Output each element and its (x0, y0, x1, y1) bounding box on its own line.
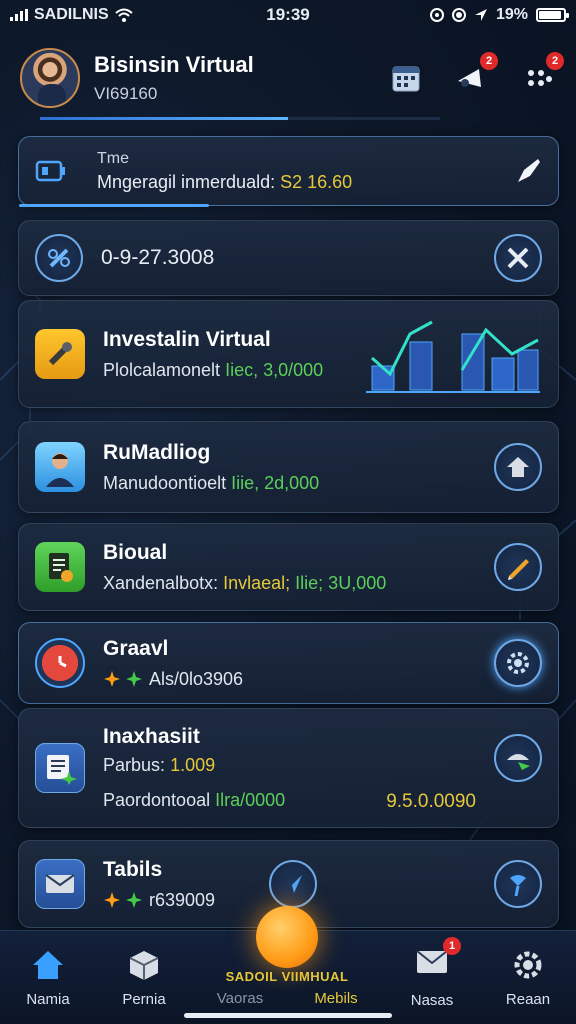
avatar[interactable] (20, 48, 80, 108)
nav-home[interactable]: Namia (0, 931, 96, 1024)
card-amount: Iiec, 3,0/000 (225, 359, 324, 380)
card-highlight: Invlaeal; (223, 572, 291, 593)
wifi-icon (115, 8, 133, 22)
rocket-icon[interactable] (512, 156, 542, 186)
card-amount: Ilra/0000 (215, 790, 286, 810)
link-icon (35, 234, 83, 282)
notifications-button[interactable]: 2 (454, 52, 498, 96)
pencil-icon[interactable] (494, 543, 542, 591)
nav-pernia[interactable]: Pernia (96, 931, 192, 1024)
card-title: Graavl (103, 636, 169, 660)
alarm-icon (429, 8, 444, 22)
profile-header: Bisinsin Virtual VI69160 2 2 (0, 38, 576, 118)
report-icon (35, 743, 85, 793)
pin-icon[interactable] (494, 860, 542, 908)
nav-label: Vaoras (216, 990, 264, 1007)
card-rumadliog[interactable]: RuMadliog Manudoontioelt Iiie, 2d,000 (18, 421, 559, 513)
card-title: Investalin Virtual (103, 327, 271, 351)
card-amount: Ilie; 3U,000 (295, 572, 387, 593)
carrier-name: SADILNIS (34, 6, 109, 23)
wrench-icon (35, 329, 85, 379)
card-desc: Xandenalbotx: (103, 572, 219, 593)
card-desc: Als/0lo3906 (149, 668, 244, 689)
nav-badge: 1 (443, 937, 461, 955)
header-progress-bar (40, 117, 440, 120)
center-label: SADOIL VIIMHUAL (225, 969, 349, 984)
nav-label: Namia (26, 990, 70, 1008)
page-title: Bisinsin Virtual (94, 52, 254, 77)
card-desc: Paordontooal (103, 790, 211, 810)
account-id: VI69160 (94, 84, 158, 103)
home-arrow-icon[interactable] (494, 443, 542, 491)
growth-chart-icon (366, 320, 540, 393)
location-icon (474, 9, 487, 21)
balance-label: Tme (97, 149, 129, 167)
card-investalin[interactable]: Investalin Virtual Plolcalamonelt Iiec, … (18, 300, 559, 408)
battery-charge-icon (35, 160, 65, 182)
card-right-amount: 9.5.0.0090 (386, 791, 476, 812)
sparkle-icon (104, 892, 142, 908)
card-desc: Manudoontioelt (103, 472, 227, 493)
signal-icon (10, 9, 28, 21)
center-action-button[interactable] (256, 906, 318, 968)
clock: 19:39 (266, 5, 310, 24)
card-graavl[interactable]: Graavl Als/0lo3906 (18, 622, 559, 704)
gear-icon (514, 951, 542, 978)
record-icon (451, 8, 466, 22)
home-indicator (184, 1013, 392, 1018)
calendar-icon (392, 66, 420, 92)
notification-badge: 2 (480, 52, 498, 70)
card-title: Bioual (103, 540, 168, 564)
tools-icon[interactable] (494, 234, 542, 282)
id-value: 0-9-27.3008 (101, 246, 215, 269)
card-sub: Parbus: (103, 755, 166, 775)
card-title: Tabils (103, 857, 163, 881)
nav-label: Mebils (314, 990, 358, 1007)
menu-button[interactable]: 2 (520, 52, 564, 96)
wallet-icon[interactable] (494, 734, 542, 782)
battery-icon (536, 8, 569, 22)
card-desc: r639009 (149, 889, 216, 910)
clock-icon (35, 638, 85, 688)
card-title: Inaxhasiit (103, 725, 200, 748)
battery-percent: 19% (495, 6, 528, 23)
card-desc: Plolcalamonelt (103, 359, 221, 380)
card-inaxhasiit[interactable]: Inaxhasiit Parbus: 1.009 Paordontooal Il… (18, 708, 559, 828)
nav-nasas[interactable]: 1 Nasas (384, 931, 480, 1024)
menu-badge: 2 (546, 52, 564, 70)
send-icon[interactable] (269, 860, 318, 908)
card-title: RuMadliog (103, 440, 211, 464)
nav-label: Pernia (122, 990, 166, 1008)
nav-label: Nasas (410, 992, 454, 1009)
id-card[interactable]: 0-9-27.3008 (18, 220, 559, 296)
card-sub-amount: 1.009 (170, 755, 216, 775)
balance-amount: S2 16.60 (280, 171, 353, 192)
person-avatar-icon (35, 442, 85, 492)
status-bar: SADILNIS 19:39 19% (0, 0, 576, 30)
calendar-button[interactable] (388, 60, 424, 96)
sparkle-icon (104, 671, 142, 687)
nav-label: Reaan (505, 990, 551, 1008)
nav-reaan[interactable]: Reaan (480, 931, 576, 1024)
box-icon (129, 950, 159, 980)
home-icon (33, 950, 63, 979)
balance-text: Mngeragil inmerduald: (97, 171, 276, 192)
settings-gear-icon[interactable] (494, 639, 542, 687)
balance-card[interactable]: Tme Mngeragil inmerduald: S2 16.60 (18, 136, 559, 207)
card-amount: Iiie, 2d,000 (231, 472, 320, 493)
card-bioual[interactable]: Bioual Xandenalbotx: Invlaeal; Ilie; 3U,… (18, 523, 559, 611)
mail-icon (35, 859, 85, 909)
document-icon (35, 542, 85, 592)
